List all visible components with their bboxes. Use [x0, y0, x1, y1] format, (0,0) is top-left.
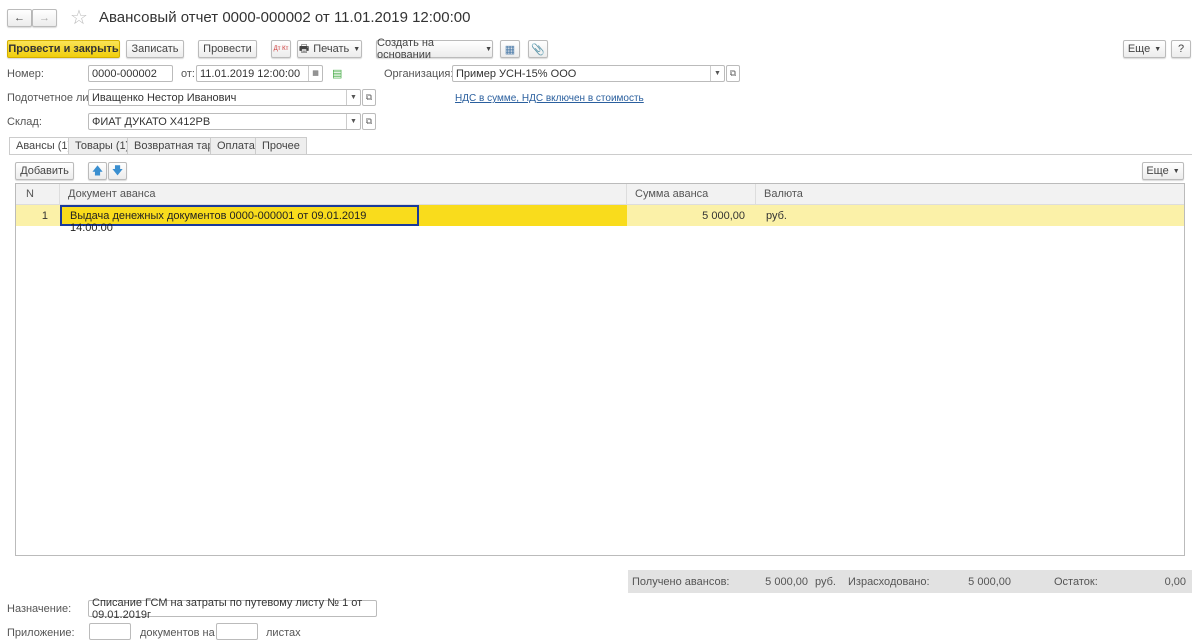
structure-icon[interactable]: ▦	[500, 40, 520, 58]
dt-kt-button[interactable]: Дт Кт	[271, 40, 291, 58]
tab-panel-border	[9, 154, 1192, 155]
open-person-icon[interactable]: ⧉	[362, 89, 376, 106]
attachment-label: Приложение:	[7, 627, 75, 639]
organization-value: Пример УСН-15% ООО	[456, 67, 577, 80]
number-input[interactable]: 0000-000002	[88, 65, 173, 82]
sheets-label: листах	[266, 627, 301, 639]
post-button[interactable]: Провести	[198, 40, 257, 58]
rest-value: 0,00	[1164, 576, 1186, 588]
received-currency: руб.	[815, 576, 836, 588]
warehouse-label: Склад:	[7, 116, 42, 128]
row-sum: 5 000,00	[702, 210, 745, 222]
number-label: Номер:	[7, 68, 44, 80]
received-label: Получено авансов:	[632, 576, 730, 588]
tab-other[interactable]: Прочее	[255, 137, 307, 155]
row-number: 1	[41, 210, 48, 222]
page-title: Авансовый отчет 0000-000002 от 11.01.201…	[99, 9, 471, 26]
documents-count-input[interactable]	[89, 623, 131, 640]
vat-link[interactable]: НДС в сумме, НДС включен в стоимость	[455, 93, 644, 104]
dropdown-icon[interactable]: ▼	[346, 114, 360, 129]
move-down-button[interactable]: 🡇	[108, 162, 127, 180]
create-based-label: Создать на основании	[377, 37, 435, 61]
organization-label: Организация:	[384, 68, 454, 80]
post-and-close-button[interactable]: Провести и закрыть	[7, 40, 120, 58]
table-row[interactable]: 1 Выдача денежных документов 0000-000001…	[16, 205, 1184, 234]
move-up-button[interactable]: 🡅	[88, 162, 107, 180]
favorite-star-icon[interactable]: ☆	[70, 5, 88, 30]
more-button[interactable]: Еще ▼	[1123, 40, 1166, 58]
back-button[interactable]: ←	[7, 9, 32, 27]
person-value: Иващенко Нестор Иванович	[92, 91, 237, 104]
column-currency[interactable]: Валюта	[756, 184, 1184, 205]
chevron-down-icon: ▼	[1154, 45, 1162, 53]
date-input[interactable]: 11.01.2019 12:00:00 ▦	[196, 65, 323, 82]
sheets-count-input[interactable]	[216, 623, 258, 640]
purpose-input[interactable]: Списание ГСМ на затраты по путевому лист…	[88, 597, 377, 621]
more-label: Еще	[1127, 43, 1151, 55]
column-sum[interactable]: Сумма аванса	[627, 184, 756, 205]
spent-value: 5 000,00	[968, 576, 1011, 588]
table-more-button[interactable]: Еще ▼	[1142, 162, 1184, 180]
open-organization-icon[interactable]: ⧉	[726, 65, 740, 82]
open-warehouse-icon[interactable]: ⧉	[362, 113, 376, 130]
help-button[interactable]: ?	[1171, 40, 1191, 58]
date-value: 11.01.2019 12:00:00	[200, 67, 301, 80]
chevron-down-icon: ▼	[1172, 167, 1180, 175]
organization-input[interactable]: Пример УСН-15% ООО ▼	[452, 65, 725, 82]
dropdown-icon[interactable]: ▼	[346, 90, 360, 105]
documents-on-label: документов на	[140, 627, 215, 639]
print-label: Печать	[313, 43, 350, 55]
date-settings-icon[interactable]: ▤	[332, 67, 342, 80]
column-document[interactable]: Документ аванса	[60, 184, 627, 205]
totals-bar: Получено авансов: 5 000,00 руб. Израсход…	[628, 570, 1192, 593]
warehouse-input[interactable]: ФИАТ ДУКАТО Х412РВ ▼	[88, 113, 361, 130]
printer-icon: 🖶	[298, 42, 310, 55]
received-value: 5 000,00	[765, 576, 808, 588]
forward-button[interactable]: →	[32, 9, 57, 27]
print-button[interactable]: 🖶 Печать ▼	[297, 40, 362, 58]
add-button[interactable]: Добавить	[15, 162, 74, 180]
more-label: Еще	[1146, 165, 1169, 177]
row-currency: руб.	[766, 210, 787, 222]
date-label: от:	[181, 68, 195, 80]
calendar-icon[interactable]: ▦	[308, 66, 322, 81]
row-document-cell[interactable]: Выдача денежных документов 0000-000001 о…	[60, 205, 627, 234]
advances-table: N Документ аванса Сумма аванса Валюта 1 …	[15, 183, 1185, 556]
save-button[interactable]: Записать	[126, 40, 184, 58]
row-document[interactable]: Выдача денежных документов 0000-000001 о…	[60, 205, 419, 234]
create-based-on-button[interactable]: Создать на основании ▼	[376, 37, 493, 61]
person-input[interactable]: Иващенко Нестор Иванович ▼	[88, 89, 361, 106]
table-header: N Документ аванса Сумма аванса Валюта	[16, 184, 1184, 205]
warehouse-value: ФИАТ ДУКАТО Х412РВ	[92, 115, 211, 128]
column-n[interactable]: N	[16, 184, 60, 205]
chevron-down-icon: ▼	[485, 45, 492, 53]
purpose-label: Назначение:	[7, 603, 72, 615]
attachment-icon[interactable]: 📎	[528, 40, 548, 58]
chevron-down-icon: ▼	[353, 45, 361, 53]
dropdown-icon[interactable]: ▼	[710, 66, 724, 81]
rest-label: Остаток:	[1054, 576, 1098, 588]
spent-label: Израсходовано:	[848, 576, 930, 588]
